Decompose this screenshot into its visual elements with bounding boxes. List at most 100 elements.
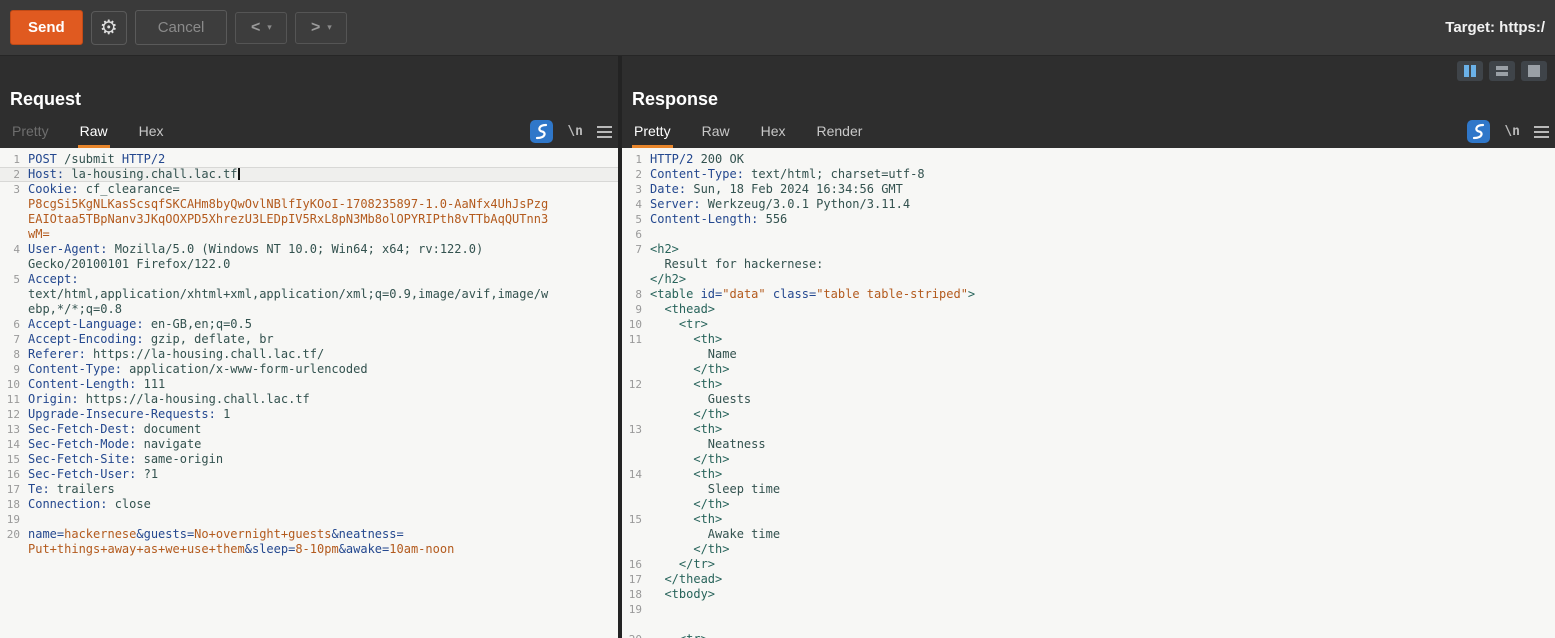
code-line[interactable]: 4User-Agent: Mozilla/5.0 (Windows NT 10.…: [0, 242, 618, 257]
code-line[interactable]: 19: [0, 512, 618, 527]
code-line[interactable]: 1HTTP/2 200 OK: [622, 152, 1555, 167]
request-tab-pretty[interactable]: Pretty: [10, 117, 51, 148]
line-number: 9: [0, 362, 20, 377]
code-line[interactable]: 20name=hackernese&guests=No+overnight+gu…: [0, 527, 618, 542]
code-line[interactable]: Guests: [622, 392, 1555, 407]
code-line[interactable]: 13Sec-Fetch-Dest: document: [0, 422, 618, 437]
code-line[interactable]: 10Content-Length: 111: [0, 377, 618, 392]
code-line[interactable]: 3Cookie: cf_clearance=: [0, 182, 618, 197]
code-line[interactable]: 15Sec-Fetch-Site: same-origin: [0, 452, 618, 467]
request-editor[interactable]: 1POST /submit HTTP/22Host: la-housing.ch…: [0, 148, 618, 638]
code-line[interactable]: 10 <tr>: [622, 317, 1555, 332]
code-line[interactable]: </th>: [622, 362, 1555, 377]
code-line[interactable]: 20 <tr>: [622, 632, 1555, 638]
response-panel-toprow: [622, 56, 1555, 82]
code-line[interactable]: 6: [622, 227, 1555, 242]
code-line[interactable]: 12Upgrade-Insecure-Requests: 1: [0, 407, 618, 422]
code-line[interactable]: ebp,*/*;q=0.8: [0, 302, 618, 317]
code-line[interactable]: </th>: [622, 542, 1555, 557]
show-newlines-button[interactable]: \n: [567, 124, 583, 139]
response-editor[interactable]: 1HTTP/2 200 OK2Content-Type: text/html; …: [622, 148, 1555, 638]
code-line[interactable]: 12 <th>: [622, 377, 1555, 392]
code-line[interactable]: 9 <thead>: [622, 302, 1555, 317]
code-line[interactable]: 5Content-Length: 556: [622, 212, 1555, 227]
line-number: [0, 287, 20, 302]
editor-menu-button[interactable]: [597, 126, 612, 138]
code-line[interactable]: 18 <tbody>: [622, 587, 1555, 602]
code-line[interactable]: 17 </thead>: [622, 572, 1555, 587]
code-line[interactable]: Put+things+away+as+we+use+them&sleep=8-1…: [0, 542, 618, 557]
response-tab-pretty[interactable]: Pretty: [632, 117, 673, 148]
show-newlines-button[interactable]: \n: [1504, 124, 1520, 139]
line-number: 16: [0, 467, 20, 482]
chevron-left-icon: <: [251, 20, 260, 36]
back-dropdown-icon[interactable]: ▾: [267, 23, 272, 32]
code-line[interactable]: 16Sec-Fetch-User: ?1: [0, 467, 618, 482]
code-line[interactable]: Result for hackernese:: [622, 257, 1555, 272]
code-line[interactable]: </th>: [622, 497, 1555, 512]
target-display[interactable]: Target: https:/: [1445, 19, 1545, 36]
editor-menu-button[interactable]: [1534, 126, 1549, 138]
response-tab-render[interactable]: Render: [815, 117, 865, 148]
code-line[interactable]: 9Content-Type: application/x-www-form-ur…: [0, 362, 618, 377]
code-line[interactable]: Sleep time: [622, 482, 1555, 497]
code-line[interactable]: </th>: [622, 452, 1555, 467]
rows-layout-button[interactable]: [1489, 61, 1515, 81]
request-tab-hex[interactable]: Hex: [137, 117, 166, 148]
settings-button[interactable]: ⚙: [91, 11, 127, 45]
prettify-button[interactable]: [530, 120, 553, 143]
code-line[interactable]: [622, 617, 1555, 632]
code-line[interactable]: text/html,application/xhtml+xml,applicat…: [0, 287, 618, 302]
code-line[interactable]: 11Origin: https://la-housing.chall.lac.t…: [0, 392, 618, 407]
back-button[interactable]: < ▾: [235, 12, 287, 44]
code-line[interactable]: 7<h2>: [622, 242, 1555, 257]
rows-icon: [1496, 66, 1508, 70]
response-tabsrow: Pretty Raw Hex Render \n: [622, 116, 1555, 148]
line-number: [622, 452, 642, 467]
code-line[interactable]: 13 <th>: [622, 422, 1555, 437]
line-number: [622, 407, 642, 422]
code-line[interactable]: Neatness: [622, 437, 1555, 452]
code-line[interactable]: 1POST /submit HTTP/2: [0, 152, 618, 167]
code-line[interactable]: 7Accept-Encoding: gzip, deflate, br: [0, 332, 618, 347]
cancel-button[interactable]: Cancel: [135, 10, 228, 45]
code-line[interactable]: 2Content-Type: text/html; charset=utf-8: [622, 167, 1555, 182]
code-line[interactable]: 14 <th>: [622, 467, 1555, 482]
line-number: 11: [622, 332, 642, 347]
code-line[interactable]: 14Sec-Fetch-Mode: navigate: [0, 437, 618, 452]
code-line[interactable]: 15 <th>: [622, 512, 1555, 527]
code-line[interactable]: </th>: [622, 407, 1555, 422]
code-line[interactable]: 11 <th>: [622, 332, 1555, 347]
line-number: 6: [622, 227, 642, 242]
code-line[interactable]: 18Connection: close: [0, 497, 618, 512]
line-number: [622, 362, 642, 377]
response-tab-raw[interactable]: Raw: [700, 117, 732, 148]
forward-dropdown-icon[interactable]: ▾: [327, 23, 332, 32]
line-number: [622, 542, 642, 557]
request-tab-raw[interactable]: Raw: [78, 117, 110, 148]
columns-layout-button[interactable]: [1457, 61, 1483, 81]
code-line[interactable]: </h2>: [622, 272, 1555, 287]
code-line[interactable]: 8Referer: https://la-housing.chall.lac.t…: [0, 347, 618, 362]
code-line[interactable]: Gecko/20100101 Firefox/122.0: [0, 257, 618, 272]
prettify-button[interactable]: [1467, 120, 1490, 143]
send-button[interactable]: Send: [10, 10, 83, 45]
code-line[interactable]: Name: [622, 347, 1555, 362]
forward-button[interactable]: > ▾: [295, 12, 347, 44]
code-line[interactable]: 3Date: Sun, 18 Feb 2024 16:34:56 GMT: [622, 182, 1555, 197]
code-line[interactable]: 8<table id="data" class="table table-str…: [622, 287, 1555, 302]
line-number: [622, 497, 642, 512]
code-line[interactable]: Awake time: [622, 527, 1555, 542]
code-line[interactable]: 17Te: trailers: [0, 482, 618, 497]
code-line[interactable]: 16 </tr>: [622, 557, 1555, 572]
code-line[interactable]: 4Server: Werkzeug/3.0.1 Python/3.11.4: [622, 197, 1555, 212]
maximize-layout-button[interactable]: [1521, 61, 1547, 81]
code-line[interactable]: EAIOtaa5TBpNanv3JKqOOXPD5XhrezU3LEDpIV5R…: [0, 212, 618, 227]
code-line[interactable]: 6Accept-Language: en-GB,en;q=0.5: [0, 317, 618, 332]
code-line[interactable]: 19: [622, 602, 1555, 617]
code-line[interactable]: P8cgSi5KgNLKasScsqfSKCAHm8byQwOvlNBlfIyK…: [0, 197, 618, 212]
code-line[interactable]: 5Accept:: [0, 272, 618, 287]
response-tab-hex[interactable]: Hex: [759, 117, 788, 148]
code-line[interactable]: 2Host: la-housing.chall.lac.tf: [0, 167, 618, 182]
code-line[interactable]: wM=: [0, 227, 618, 242]
